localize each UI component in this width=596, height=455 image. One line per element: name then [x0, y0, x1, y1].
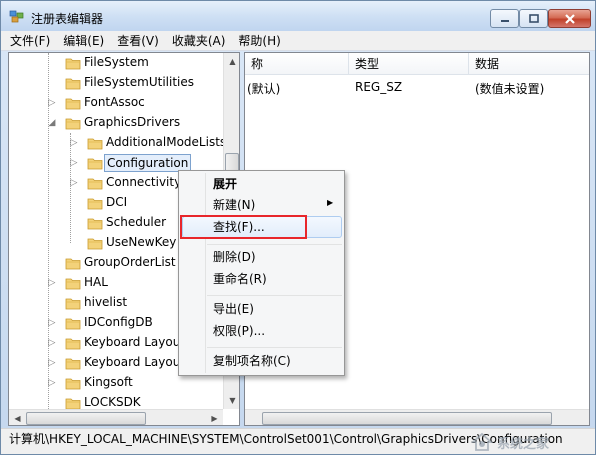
- folder-icon: [87, 157, 103, 170]
- close-button[interactable]: [548, 9, 591, 28]
- watermark: 系统之家: [471, 431, 591, 453]
- context-menu-delete[interactable]: 删除(D): [213, 247, 256, 267]
- tree-node-label: FileSystemUtilities: [84, 75, 194, 89]
- scroll-thumb[interactable]: [26, 412, 146, 425]
- menu-bar: 文件(F) 编辑(E) 查看(V) 收藏夹(A) 帮助(H): [1, 31, 595, 51]
- folder-icon: [65, 257, 81, 270]
- folder-icon: [65, 97, 81, 110]
- column-header-type[interactable]: 类型: [349, 53, 469, 75]
- expand-arrow-icon[interactable]: ▷: [70, 179, 78, 188]
- value-data: (数值未设置): [475, 82, 545, 96]
- context-menu: 展开 新建(N) ▶ 查找(F)... 删除(D) 重命名(R) 导出(E) 权…: [178, 170, 345, 376]
- tree-node-label: UseNewKey: [106, 235, 177, 249]
- tree-node-label: IDConfigDB: [84, 315, 153, 329]
- folder-icon: [65, 357, 81, 370]
- registry-editor-window: 注册表编辑器 文件(F) 编辑(E) 查看(V) 收藏夹(A) 帮助(H) Fi…: [0, 0, 596, 455]
- expand-arrow-icon[interactable]: ▷: [48, 339, 56, 348]
- menu-edit[interactable]: 编辑(E): [63, 32, 104, 49]
- tree-node-label: GraphicsDrivers: [84, 115, 181, 129]
- scroll-down-arrow-icon[interactable]: ▼: [224, 392, 239, 409]
- column-header-data[interactable]: 数据: [469, 53, 589, 75]
- folder-icon: [65, 337, 81, 350]
- expand-arrow-icon[interactable]: ▷: [70, 159, 78, 168]
- scroll-up-arrow-icon[interactable]: ▲: [224, 53, 239, 70]
- registry-icon: [9, 10, 24, 23]
- folder-icon: [65, 317, 81, 330]
- expand-arrow-icon[interactable]: ▷: [48, 359, 56, 368]
- tree-node-label: HAL: [84, 275, 108, 289]
- context-menu-new[interactable]: 新建(N): [213, 195, 255, 215]
- tree-node-label: Keyboard Layou: [84, 335, 181, 349]
- tree-node[interactable]: FileSystemUtilities: [9, 73, 224, 93]
- menu-separator: [207, 347, 342, 348]
- collapse-arrow-icon[interactable]: ◢: [48, 119, 56, 128]
- expand-arrow-icon[interactable]: ▷: [48, 319, 56, 328]
- close-icon: [564, 13, 575, 24]
- folder-icon: [87, 237, 103, 250]
- tree-node-label: Scheduler: [106, 215, 167, 229]
- tree-node-label: Kingsoft: [84, 375, 133, 389]
- tree-node[interactable]: ▷ Kingsoft: [9, 373, 224, 393]
- watermark-text: 系统之家: [497, 436, 550, 452]
- folder-icon: [87, 137, 103, 150]
- tree-node-label: GroupOrderList: [84, 255, 176, 269]
- maximize-button[interactable]: [519, 9, 548, 28]
- folder-icon: [65, 77, 81, 90]
- expand-arrow-icon[interactable]: ▷: [48, 379, 56, 388]
- tree-node-label: AdditionalModeLists: [106, 135, 227, 149]
- folder-icon: [87, 197, 103, 210]
- value-name: (默认): [247, 82, 281, 96]
- folder-icon: [87, 217, 103, 230]
- menu-file[interactable]: 文件(F): [10, 32, 50, 49]
- tree-horizontal-scrollbar[interactable]: ◀ ▶: [9, 409, 223, 425]
- minimize-button[interactable]: [490, 9, 519, 28]
- folder-icon: [87, 177, 103, 190]
- menu-favorites[interactable]: 收藏夹(A): [172, 32, 226, 49]
- window-title: 注册表编辑器: [31, 12, 104, 26]
- tree-node-label: FontAssoc: [84, 95, 145, 109]
- maximize-icon: [528, 14, 539, 23]
- menu-separator: [207, 295, 342, 296]
- tree-node-label: hivelist: [84, 295, 128, 309]
- context-menu-expand[interactable]: 展开: [213, 174, 237, 194]
- context-menu-export[interactable]: 导出(E): [213, 299, 254, 319]
- expand-arrow-icon[interactable]: ▷: [48, 99, 56, 108]
- tree-node-label: LOCKSDK: [84, 395, 141, 409]
- tree-node-label: DCI: [106, 195, 128, 209]
- column-header-name[interactable]: 称: [245, 53, 349, 75]
- scroll-thumb[interactable]: [262, 412, 552, 425]
- scroll-right-arrow-icon[interactable]: ▶: [206, 410, 223, 425]
- tree-node-label: Keyboard Layou: [84, 355, 181, 369]
- tree-node[interactable]: ◢ GraphicsDrivers: [9, 113, 224, 133]
- menu-help[interactable]: 帮助(H): [238, 32, 280, 49]
- context-menu-rename[interactable]: 重命名(R): [213, 269, 267, 289]
- folder-icon: [65, 57, 81, 70]
- scroll-left-arrow-icon[interactable]: ◀: [9, 410, 26, 425]
- tree-node[interactable]: ▷ AdditionalModeLists: [9, 133, 226, 153]
- watermark-logo-icon: [471, 432, 493, 451]
- menu-view[interactable]: 查看(V): [117, 32, 159, 49]
- tree-node-label: FileSystem: [84, 55, 149, 69]
- menu-separator: [207, 244, 342, 245]
- folder-icon: [65, 277, 81, 290]
- expand-arrow-icon[interactable]: ▷: [70, 139, 78, 148]
- folder-icon: [65, 117, 81, 130]
- tree-node-label: Connectivity: [106, 175, 182, 189]
- context-menu-copy-key-name[interactable]: 复制项名称(C): [213, 351, 291, 371]
- tree-node[interactable]: FileSystem: [9, 53, 224, 73]
- tree-node[interactable]: ▷ FontAssoc: [9, 93, 224, 113]
- context-menu-permissions[interactable]: 权限(P)...: [213, 321, 265, 341]
- value-type: REG_SZ: [355, 80, 403, 94]
- annotation-highlight-box: [180, 215, 307, 239]
- title-bar[interactable]: 注册表编辑器: [1, 1, 595, 31]
- values-horizontal-scrollbar[interactable]: [245, 409, 589, 425]
- folder-icon: [65, 377, 81, 390]
- folder-icon: [65, 297, 81, 310]
- expand-arrow-icon[interactable]: ▷: [48, 279, 56, 288]
- submenu-arrow-icon: ▶: [327, 198, 334, 207]
- minimize-icon: [500, 19, 509, 22]
